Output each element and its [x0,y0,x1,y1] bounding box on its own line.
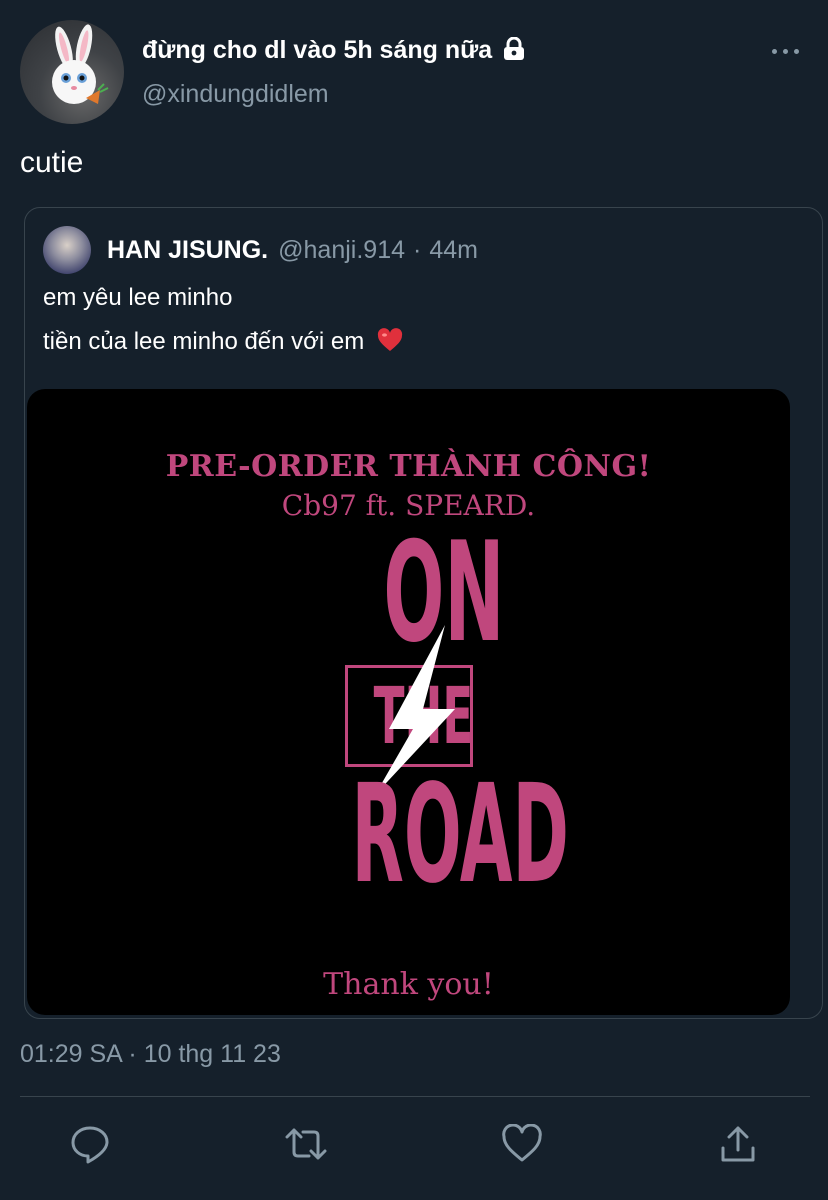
author-block: đừng cho dl vào 5h sáng nữa @xindungdidl… [142,36,525,109]
image-logo-road: ROAD [351,756,569,914]
image-preorder-text: PRE-ORDER THÀNH CÔNG! [165,449,652,484]
divider [20,1096,810,1097]
image-thank-you-text: Thank you! [323,967,494,1002]
retweet-icon[interactable] [285,1124,327,1164]
share-icon[interactable] [718,1124,758,1164]
quoted-author-name: HAN JISUNG. [107,235,269,264]
author-handle[interactable]: @xindungdidlem [142,80,525,109]
quoted-text-line-2: tiền của lee minho đến với em [43,328,403,359]
more-options-icon[interactable] [772,46,800,56]
quoted-author-avatar [43,226,91,274]
author-display-name[interactable]: đừng cho dl vào 5h sáng nữa [142,36,525,68]
separator-dot: · [413,235,422,264]
tweet-text: cutie [20,146,84,179]
quoted-tweet-header: HAN JISUNG. @hanji.914 · 44m [43,226,478,274]
author-name-text: đừng cho dl vào 5h sáng nữa [142,36,493,64]
quoted-time: 44m [429,235,478,264]
reply-icon[interactable] [70,1124,110,1164]
quoted-text-line-2-text: tiền của lee minho đến với em [43,328,365,355]
quoted-media-image[interactable]: PRE-ORDER THÀNH CÔNG! Cb97 ft. SPEARD. O… [27,389,790,1015]
tweet-timestamp[interactable]: 01:29 SA · 10 thg 11 23 [20,1040,281,1069]
like-icon[interactable] [502,1123,542,1164]
quoted-tweet-card[interactable]: HAN JISUNG. @hanji.914 · 44m em yêu lee … [24,207,823,1019]
lock-icon [503,36,525,68]
action-bar [0,1118,828,1170]
quoted-text-line-1: em yêu lee minho [43,284,233,311]
tweet-header: đừng cho dl vào 5h sáng nữa @xindungdidl… [20,20,810,126]
bunny-avatar-art [52,24,109,104]
quoted-author-handle: @hanji.914 [278,235,405,264]
author-avatar[interactable] [20,20,124,124]
red-heart-icon [377,328,403,359]
